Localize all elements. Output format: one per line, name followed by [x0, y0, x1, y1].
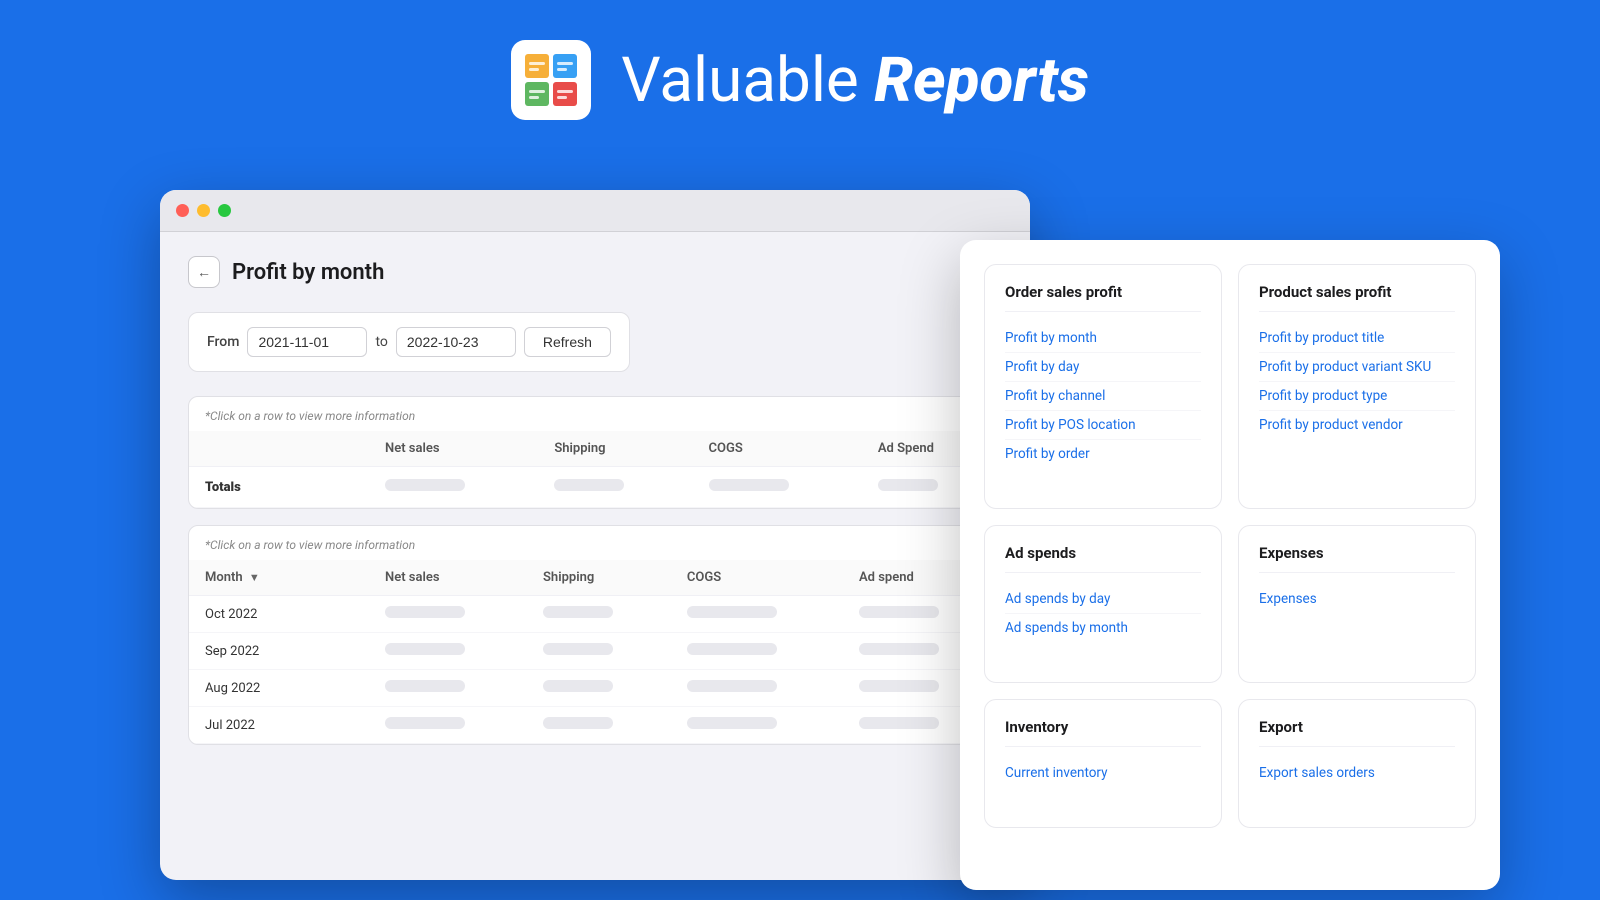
filter-row: From to Refresh	[188, 312, 630, 372]
table2-hint: *Click on a row to view more information	[189, 526, 1001, 560]
table-row[interactable]: Oct 2022	[189, 596, 1001, 633]
month-cell: Aug 2022	[189, 670, 369, 707]
sort-icon: ▼	[249, 571, 260, 584]
inventory-links: Current inventory	[1005, 759, 1201, 787]
totals-table: Net sales Shipping COGS Ad Spend Totals	[189, 431, 1001, 508]
col-shipping2: Shipping	[527, 560, 671, 596]
list-item[interactable]: Export sales orders	[1259, 759, 1455, 787]
netsales-cell	[369, 633, 527, 670]
product-sales-card: Product sales profit Profit by product t…	[1238, 264, 1476, 509]
monthly-tbody: Oct 2022 Sep 2022 Aug 2022 Jul 2022	[189, 596, 1001, 744]
totals-table-section: *Click on a row to view more information…	[188, 396, 1002, 509]
monthly-table-section: *Click on a row to view more information…	[188, 525, 1002, 745]
list-item[interactable]: Ad spends by day	[1005, 585, 1201, 614]
shipping-cell	[527, 707, 671, 744]
close-dot[interactable]	[176, 204, 189, 217]
month-cell: Oct 2022	[189, 596, 369, 633]
order-sales-title: Order sales profit	[1005, 283, 1201, 312]
monthly-table: Month ▼ Net sales Shipping COGS Ad spend…	[189, 560, 1001, 744]
inventory-title: Inventory	[1005, 718, 1201, 747]
expenses-title: Expenses	[1259, 544, 1455, 573]
col-cogs: COGS	[693, 431, 862, 467]
from-label: From	[207, 334, 239, 350]
menu-panel: Order sales profit Profit by monthProfit…	[960, 240, 1500, 890]
shipping-cell	[527, 596, 671, 633]
refresh-button[interactable]: Refresh	[524, 327, 611, 357]
list-item[interactable]: Profit by channel	[1005, 382, 1201, 411]
window-chrome	[160, 190, 1030, 232]
maximize-dot[interactable]	[218, 204, 231, 217]
browser-window: ← Profit by month From to Refresh *Click…	[160, 190, 1030, 880]
to-label: to	[375, 334, 387, 350]
page-header-row: ← Profit by month	[188, 256, 1002, 288]
cogs-cell	[671, 707, 843, 744]
export-links: Export sales orders	[1259, 759, 1455, 787]
cogs-cell	[671, 670, 843, 707]
logo-svg	[523, 52, 579, 108]
netsales-cell	[369, 596, 527, 633]
list-item[interactable]: Profit by product title	[1259, 324, 1455, 353]
list-item[interactable]: Ad spends by month	[1005, 614, 1201, 642]
col-cogs2: COGS	[671, 560, 843, 596]
totals-netsales	[369, 467, 538, 508]
page-title: Profit by month	[232, 260, 384, 285]
table-row[interactable]: Sep 2022	[189, 633, 1001, 670]
totals-shipping	[538, 467, 692, 508]
list-item[interactable]: Profit by day	[1005, 353, 1201, 382]
ad-spends-title: Ad spends	[1005, 544, 1201, 573]
order-sales-links: Profit by monthProfit by dayProfit by ch…	[1005, 324, 1201, 468]
col-empty	[189, 431, 369, 467]
netsales-cell	[369, 707, 527, 744]
col-month: Month ▼	[189, 560, 369, 596]
ad-spends-links: Ad spends by dayAd spends by month	[1005, 585, 1201, 642]
table1-hint: *Click on a row to view more information	[189, 397, 1001, 431]
order-sales-card: Order sales profit Profit by monthProfit…	[984, 264, 1222, 509]
list-item[interactable]: Current inventory	[1005, 759, 1201, 787]
app-logo	[511, 40, 591, 120]
from-date-input[interactable]	[247, 327, 367, 357]
expenses-links: Expenses	[1259, 585, 1455, 613]
cogs-cell	[671, 596, 843, 633]
col-netsales: Net sales	[369, 431, 538, 467]
totals-label: Totals	[189, 467, 369, 508]
window-area: ← Profit by month From to Refresh *Click…	[160, 190, 1440, 880]
minimize-dot[interactable]	[197, 204, 210, 217]
list-item[interactable]: Profit by product vendor	[1259, 411, 1455, 439]
list-item[interactable]: Profit by product type	[1259, 382, 1455, 411]
shipping-cell	[527, 633, 671, 670]
list-item[interactable]: Expenses	[1259, 585, 1455, 613]
list-item[interactable]: Profit by POS location	[1005, 411, 1201, 440]
cogs-cell	[671, 633, 843, 670]
product-sales-links: Profit by product titleProfit by product…	[1259, 324, 1455, 439]
col-shipping: Shipping	[538, 431, 692, 467]
table-row[interactable]: Aug 2022	[189, 670, 1001, 707]
export-card: Export Export sales orders	[1238, 699, 1476, 828]
export-title: Export	[1259, 718, 1455, 747]
netsales-cell	[369, 670, 527, 707]
list-item[interactable]: Profit by order	[1005, 440, 1201, 468]
expenses-card: Expenses Expenses	[1238, 525, 1476, 683]
to-date-input[interactable]	[396, 327, 516, 357]
month-cell: Jul 2022	[189, 707, 369, 744]
monthly-header-row: Month ▼ Net sales Shipping COGS Ad spend	[189, 560, 1001, 596]
window-content: ← Profit by month From to Refresh *Click…	[160, 232, 1030, 785]
totals-data-row[interactable]: Totals	[189, 467, 1001, 508]
back-icon: ←	[197, 264, 211, 281]
shipping-cell	[527, 670, 671, 707]
page-header: Valuable Reports	[0, 0, 1600, 150]
month-cell: Sep 2022	[189, 633, 369, 670]
table-row[interactable]: Jul 2022	[189, 707, 1001, 744]
list-item[interactable]: Profit by month	[1005, 324, 1201, 353]
totals-header-row: Net sales Shipping COGS Ad Spend	[189, 431, 1001, 467]
totals-cogs	[693, 467, 862, 508]
inventory-card: Inventory Current inventory	[984, 699, 1222, 828]
main-title: Valuable Reports	[621, 44, 1089, 117]
list-item[interactable]: Profit by product variant SKU	[1259, 353, 1455, 382]
col-netsales2: Net sales	[369, 560, 527, 596]
back-button[interactable]: ←	[188, 256, 220, 288]
product-sales-title: Product sales profit	[1259, 283, 1455, 312]
ad-spends-card: Ad spends Ad spends by dayAd spends by m…	[984, 525, 1222, 683]
